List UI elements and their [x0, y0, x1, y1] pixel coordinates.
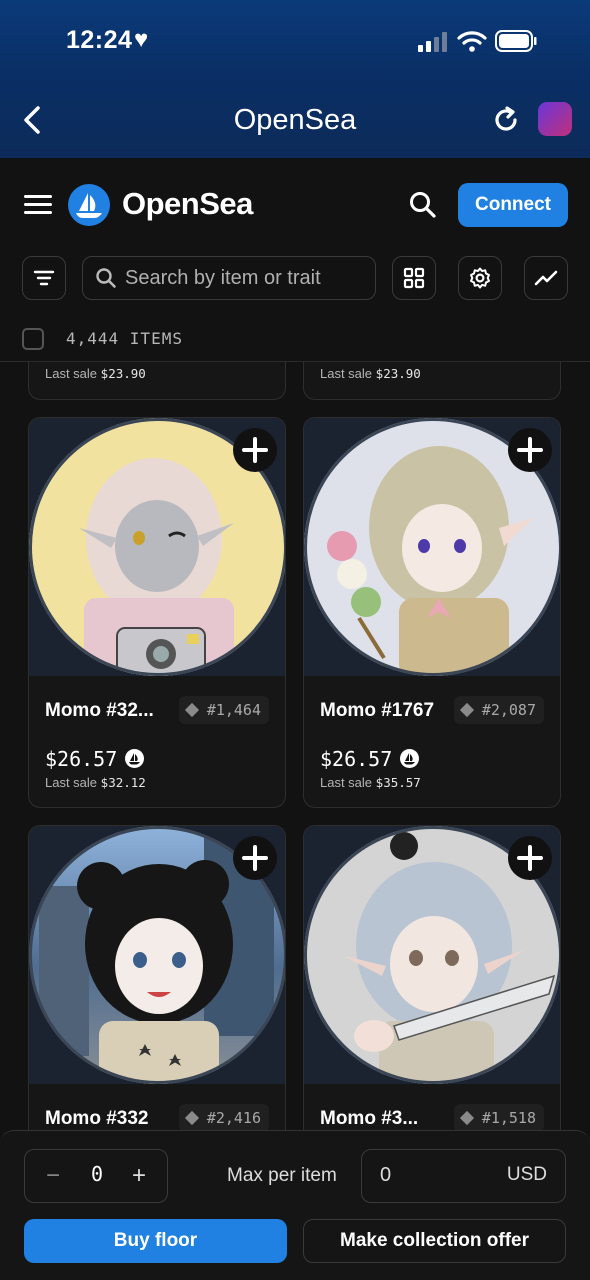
filter-button[interactable] [22, 256, 66, 300]
browser-toolbar: OpenSea [0, 92, 590, 148]
diamond-icon [459, 1110, 474, 1126]
rarity-rank: #2,087 [453, 696, 544, 724]
select-all-checkbox[interactable] [22, 328, 44, 350]
last-sale: Last sale $23.90 [45, 366, 146, 381]
last-sale-value: $32.12 [100, 775, 146, 790]
plus-icon [517, 845, 543, 871]
price-value: $26.57 [320, 747, 393, 771]
status-time: 12:24 [66, 26, 133, 54]
reload-icon[interactable] [490, 104, 522, 136]
nft-name: Momo #3... [320, 1108, 419, 1129]
connect-button[interactable]: Connect [458, 183, 568, 227]
add-to-cart-button[interactable] [233, 836, 277, 880]
search-icon[interactable] [408, 190, 438, 220]
wifi-icon [457, 31, 487, 52]
nft-price: $26.57 [320, 747, 420, 771]
items-count-row: 4,444 ITEMS [0, 322, 590, 362]
opensea-logo-icon [125, 749, 145, 768]
currency-label: USD [506, 1164, 547, 1185]
cellular-signal-icon [418, 32, 450, 52]
nft-card[interactable]: Momo #32... #1,464 $26.57 Last sale $32.… [28, 417, 286, 808]
buy-floor-button[interactable]: Buy floor [24, 1219, 287, 1263]
rank-value: #2,087 [481, 701, 536, 719]
search-icon [96, 268, 116, 288]
plus-icon [242, 845, 268, 871]
add-to-cart-button[interactable] [233, 428, 277, 472]
price-value: $26.57 [45, 747, 118, 771]
nft-name: Momo #32... [45, 700, 154, 721]
rarity-rank: #1,518 [453, 1104, 544, 1132]
opensea-logo-icon [400, 749, 420, 768]
last-sale-value: $35.57 [375, 775, 421, 790]
search-field[interactable] [82, 256, 376, 300]
bottom-action-panel: − 0 + Max per item 0 USD Buy floor Make … [0, 1130, 590, 1280]
nft-card[interactable]: Momo #1767 #2,087 $26.57 Last sale $35.5… [303, 417, 561, 808]
trend-chart-icon [534, 270, 558, 286]
last-sale-label: Last sale [320, 366, 373, 381]
plus-icon [242, 437, 268, 463]
collection-toolbar [0, 256, 590, 304]
browser-chrome: 12:24 ♥ OpenSea [0, 0, 590, 158]
rank-value: #1,518 [481, 1109, 536, 1127]
gear-icon [470, 267, 490, 289]
nft-price: $26.57 [45, 747, 145, 771]
nft-card[interactable]: Last sale $23.90 [303, 362, 561, 400]
heart-icon: ♥ [134, 26, 149, 53]
battery-icon [495, 30, 537, 52]
nft-image[interactable] [29, 826, 285, 1084]
last-sale-label: Last sale [45, 366, 98, 381]
nft-grid: Last sale $23.90 Last sale $23.90 Momo #… [0, 362, 590, 1132]
grid-view-button[interactable] [392, 256, 436, 300]
max-price-value[interactable]: 0 [380, 1164, 391, 1187]
rank-value: #1,464 [206, 701, 261, 719]
rarity-rank: #1,464 [178, 696, 269, 724]
nft-name: Momo #332 [45, 1108, 149, 1129]
last-sale: Last sale $23.90 [320, 366, 421, 381]
quantity-value[interactable]: 0 [83, 1162, 111, 1186]
nft-card[interactable]: Momo #3... #1,518 [303, 825, 561, 1132]
last-sale: Last sale $35.57 [320, 775, 421, 790]
nft-name: Momo #1767 [320, 700, 435, 721]
nft-card[interactable]: Last sale $23.90 [28, 362, 286, 400]
last-sale-label: Last sale [45, 775, 98, 790]
increment-button[interactable]: + [125, 1162, 153, 1190]
nft-image[interactable] [304, 418, 560, 676]
add-to-cart-button[interactable] [508, 836, 552, 880]
filter-icon [33, 270, 55, 286]
brand-name[interactable]: OpenSea [122, 186, 253, 222]
nft-image[interactable] [29, 418, 285, 676]
nft-card[interactable]: Momo #332 #2,416 [28, 825, 286, 1132]
last-sale-value: $23.90 [375, 366, 421, 381]
last-sale-label: Last sale [320, 775, 373, 790]
search-input[interactable] [125, 263, 365, 293]
add-to-cart-button[interactable] [508, 428, 552, 472]
last-sale: Last sale $32.12 [45, 775, 146, 790]
status-bar: 12:24 ♥ [0, 22, 590, 62]
site-header: OpenSea Connect [0, 158, 590, 254]
grid-icon [403, 267, 425, 289]
activity-button[interactable] [524, 256, 568, 300]
extension-icon[interactable] [538, 102, 572, 136]
diamond-icon [184, 1110, 199, 1126]
menu-icon[interactable] [24, 195, 52, 217]
items-count: 4,444 ITEMS [66, 329, 183, 348]
opensea-logo-icon[interactable] [68, 184, 110, 226]
collection-offer-button[interactable]: Make collection offer [303, 1219, 566, 1263]
rank-value: #2,416 [206, 1109, 261, 1127]
last-sale-value: $23.90 [100, 366, 146, 381]
plus-icon [517, 437, 543, 463]
diamond-icon [459, 702, 474, 718]
diamond-icon [184, 702, 199, 718]
nft-image[interactable] [304, 826, 560, 1084]
rarity-rank: #2,416 [178, 1104, 269, 1132]
max-price-input[interactable]: 0 USD [361, 1149, 566, 1203]
max-per-item-label: Max per item [227, 1165, 337, 1186]
settings-button[interactable] [458, 256, 502, 300]
quantity-stepper[interactable]: − 0 + [24, 1149, 168, 1203]
decrement-button[interactable]: − [39, 1162, 67, 1190]
